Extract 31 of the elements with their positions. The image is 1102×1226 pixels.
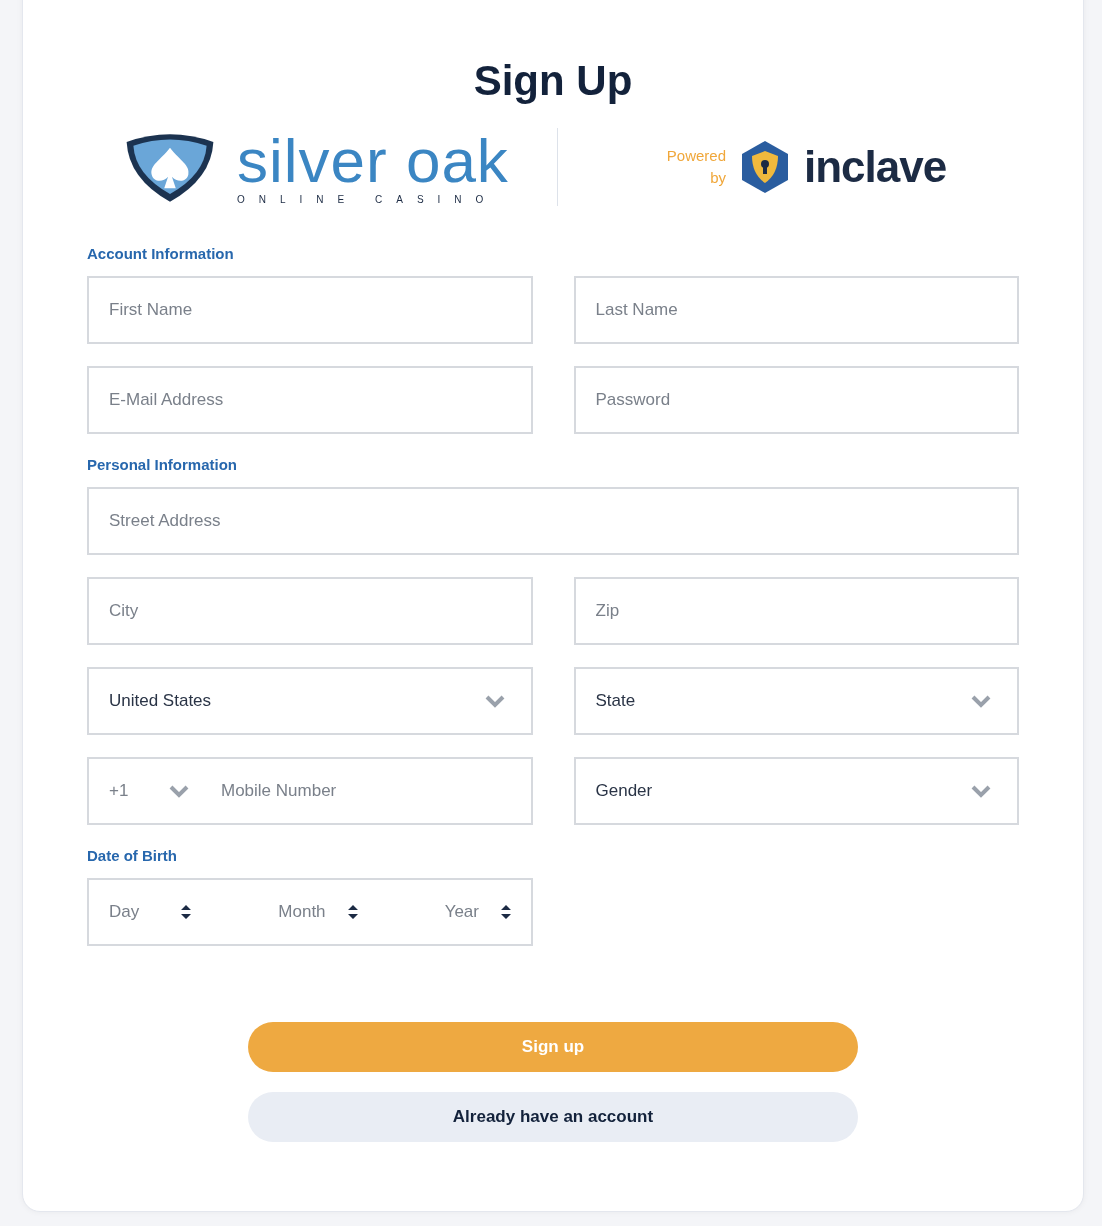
sort-arrows-icon bbox=[501, 905, 511, 919]
sort-arrows-icon bbox=[181, 905, 192, 919]
input-field[interactable]: Password bbox=[573, 366, 1019, 434]
partner-logo-text: inclave bbox=[804, 142, 947, 192]
chevron-down-icon bbox=[484, 694, 505, 708]
login-button[interactable]: Already have an account bbox=[248, 1092, 858, 1142]
input-field[interactable]: Last Name bbox=[573, 276, 1019, 344]
shield-lock-icon bbox=[740, 140, 790, 194]
date-dropdown[interactable]: Year bbox=[444, 902, 511, 922]
section-heading: Account Information bbox=[87, 245, 235, 262]
input-field[interactable]: City bbox=[87, 577, 533, 645]
chevron-down-icon bbox=[169, 784, 189, 798]
date-dropdown[interactable]: Day bbox=[109, 902, 192, 922]
chevron-down-icon bbox=[971, 784, 991, 798]
section-heading: Personal Information bbox=[87, 456, 239, 473]
date-dropdown[interactable]: Month bbox=[278, 902, 358, 922]
page-title: Sign Up bbox=[472, 57, 634, 105]
input-field[interactable]: First Name bbox=[87, 276, 533, 344]
brand-logo-text: silver oak bbox=[237, 129, 509, 192]
dropdown-field[interactable]: Gender bbox=[573, 757, 1019, 825]
chevron-down-icon bbox=[971, 694, 991, 708]
phone-field[interactable]: +1 Mobile Number bbox=[87, 757, 533, 825]
sort-arrows-icon bbox=[347, 905, 358, 919]
input-field[interactable]: E-Mail Address bbox=[87, 366, 533, 434]
dropdown-field[interactable]: State bbox=[573, 667, 1019, 735]
input-field[interactable]: Street Address bbox=[87, 487, 1019, 555]
dropdown-field[interactable]: United States bbox=[87, 667, 533, 735]
brand-tagline: ONLINE CASINO bbox=[237, 193, 499, 205]
powered-by-label: Powered by bbox=[665, 146, 726, 188]
section-heading: Date of Birth bbox=[87, 847, 178, 864]
input-field[interactable]: Zip bbox=[573, 577, 1019, 645]
